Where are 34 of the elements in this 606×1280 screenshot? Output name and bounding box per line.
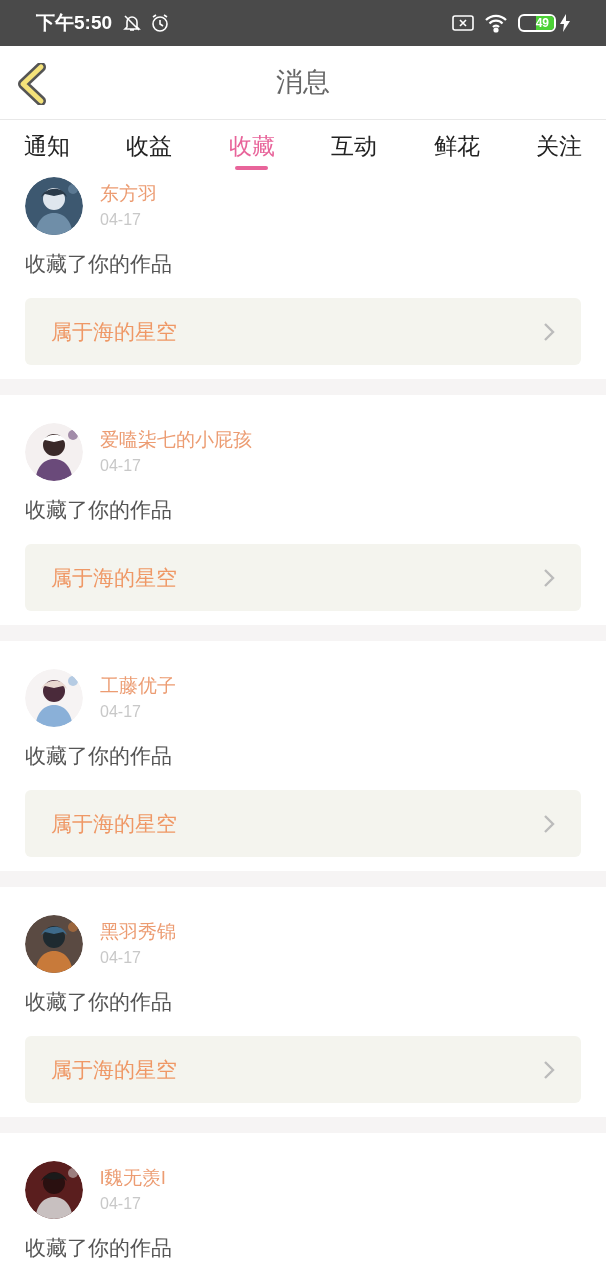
chevron-right-icon: [543, 321, 555, 342]
work-link[interactable]: 属于海的星空: [25, 298, 581, 365]
chevron-right-icon: [543, 567, 555, 588]
tab[interactable]: 通知: [24, 130, 70, 170]
charging-icon: [560, 14, 570, 32]
work-link[interactable]: 属于海的星空: [25, 790, 581, 857]
message-text: 收藏了你的作品: [25, 743, 173, 769]
message-text: 收藏了你的作品: [25, 989, 173, 1015]
back-button[interactable]: [16, 62, 48, 106]
alarm-icon: [150, 13, 171, 33]
wifi-icon: [484, 13, 508, 33]
tab[interactable]: 收藏: [228, 130, 275, 170]
back-chevron-icon: [17, 63, 47, 105]
user-name[interactable]: 黑羽秀锦: [100, 918, 176, 946]
work-link[interactable]: 属于海的星空: [25, 1036, 581, 1103]
tab[interactable]: 收益: [126, 130, 173, 170]
sim-off-icon: [452, 14, 474, 32]
bell-muted-icon: [122, 13, 143, 33]
message-text: 收藏了你的作品: [25, 497, 173, 523]
chevron-right-icon: [543, 813, 555, 834]
tab[interactable]: 互动: [331, 130, 378, 170]
status-time: 下午5:50: [36, 10, 113, 35]
user-name[interactable]: 工藤优子: [100, 672, 176, 700]
tab[interactable]: 鲜花: [433, 130, 480, 170]
message-text: 收藏了你的作品: [25, 251, 173, 277]
page-title: 消息: [276, 66, 330, 100]
message-text: 收藏了你的作品: [25, 1235, 173, 1261]
user-name[interactable]: 东方羽: [100, 180, 157, 208]
chevron-right-icon: [543, 1059, 555, 1080]
battery-percent: 49: [535, 17, 549, 29]
user-name[interactable]: l魏无羡l: [100, 1164, 166, 1192]
work-link[interactable]: 属于海的星空: [25, 544, 581, 611]
user-name[interactable]: 爱嗑柒七的小屁孩: [100, 426, 252, 454]
tab[interactable]: 关注: [535, 130, 582, 170]
